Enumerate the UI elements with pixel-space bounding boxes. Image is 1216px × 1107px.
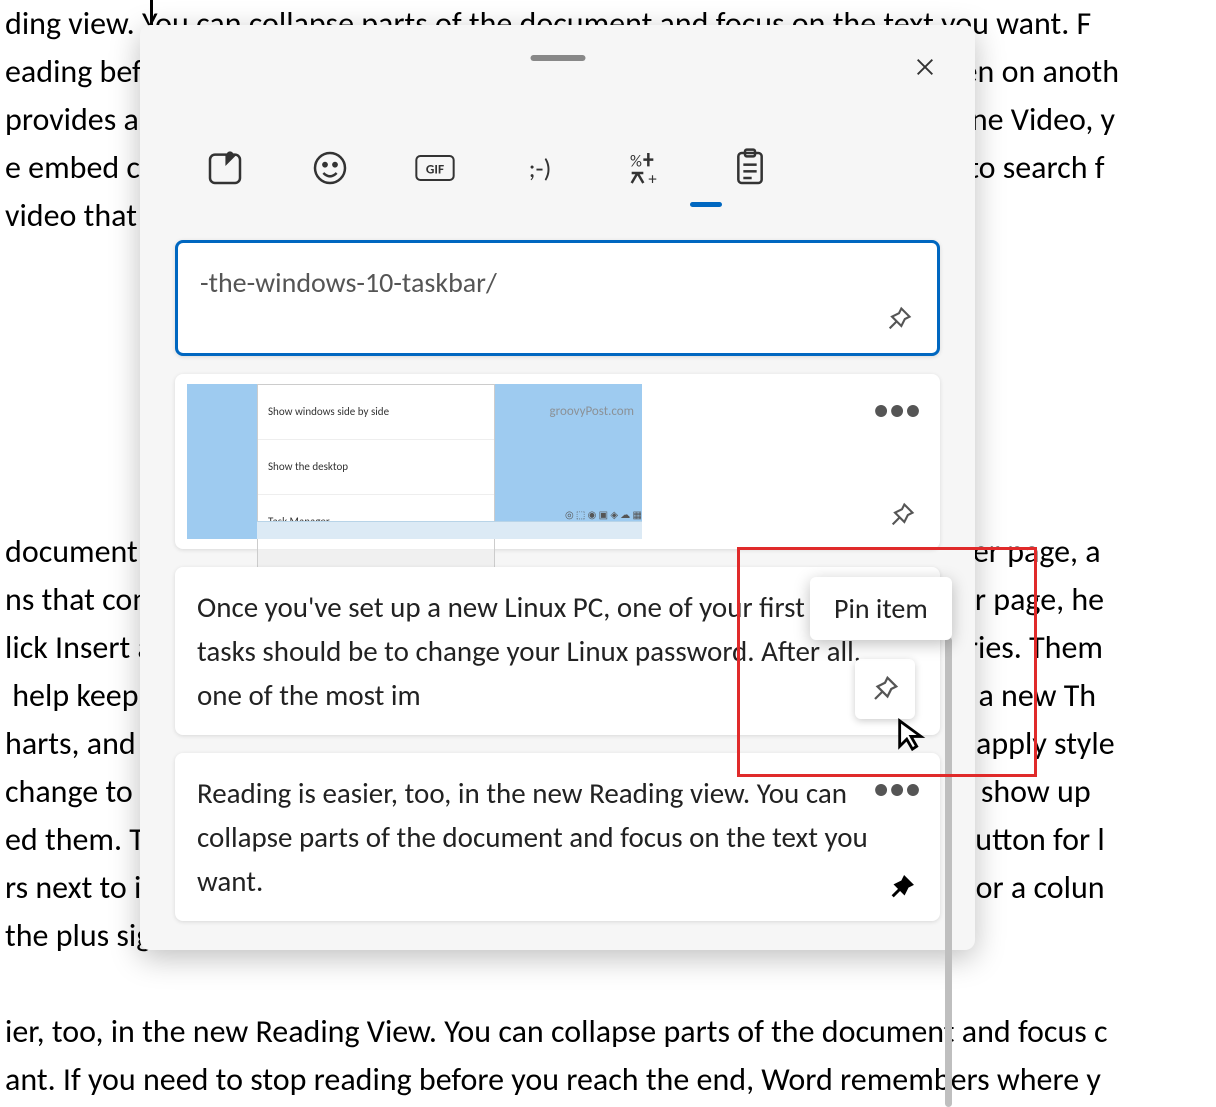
pin-button-pinned[interactable] [882,867,922,907]
clipboard-item-url[interactable]: -the-windows-10-taskbar/ [175,240,940,356]
more-button[interactable]: ••• [874,767,922,811]
close-button[interactable] [905,47,945,87]
pin-tooltip: Pin item [810,577,952,640]
tab-stickers[interactable] [200,143,250,193]
scrollbar[interactable] [945,637,952,1107]
drag-handle[interactable] [530,55,585,61]
clipboard-text-content: Reading is easier, too, in the new Readi… [197,771,870,903]
pin-button[interactable] [882,495,922,535]
symbols-icon: %+ [625,148,665,188]
tab-clipboard[interactable] [725,143,775,193]
tab-kaomoji[interactable]: ;-) [515,143,565,193]
image-watermark: groovyPost.com [550,390,634,434]
clipboard-item-text[interactable]: Reading is easier, too, in the new Readi… [175,753,940,921]
mouse-cursor [894,718,928,757]
pin-button-hovered[interactable] [855,659,915,719]
svg-text:GIF: GIF [426,160,444,177]
emoji-icon [310,148,350,188]
clipboard-image-thumbnail: groovyPost.com Show windows side by side… [187,384,642,539]
menu-item: Show the desktop [258,440,494,495]
sticker-heart-icon [205,148,245,188]
close-icon [914,56,936,78]
gif-icon: GIF [415,148,455,188]
pin-icon [870,674,900,704]
pin-button[interactable] [879,299,919,339]
pin-icon [888,501,916,529]
more-button[interactable]: ••• [874,388,922,432]
active-tab-indicator [690,202,722,207]
clipboard-icon [730,148,770,188]
svg-text:%: % [630,151,642,171]
image-taskbar-strip: ◎ ⬚ ◉ ▣ ◈ ☁ ▦ [257,521,642,539]
clipboard-url-text: -the-windows-10-taskbar/ [200,261,867,305]
tab-gif[interactable]: GIF [410,143,460,193]
panel-tabs: GIF ;-) %+ [200,143,775,193]
emoji-clipboard-panel: GIF ;-) %+ -the-windows-10-taskbar/ groo… [140,25,975,950]
tab-emoji[interactable] [305,143,355,193]
menu-item: Show windows side by side [258,385,494,440]
tab-symbols[interactable]: %+ [620,143,670,193]
pin-icon [885,305,913,333]
pin-filled-icon [888,873,916,901]
svg-text:+: + [648,170,656,188]
clipboard-text-content: Once you've set up a new Linux PC, one o… [197,585,870,717]
clipboard-item-image[interactable]: groovyPost.com Show windows side by side… [175,374,940,549]
